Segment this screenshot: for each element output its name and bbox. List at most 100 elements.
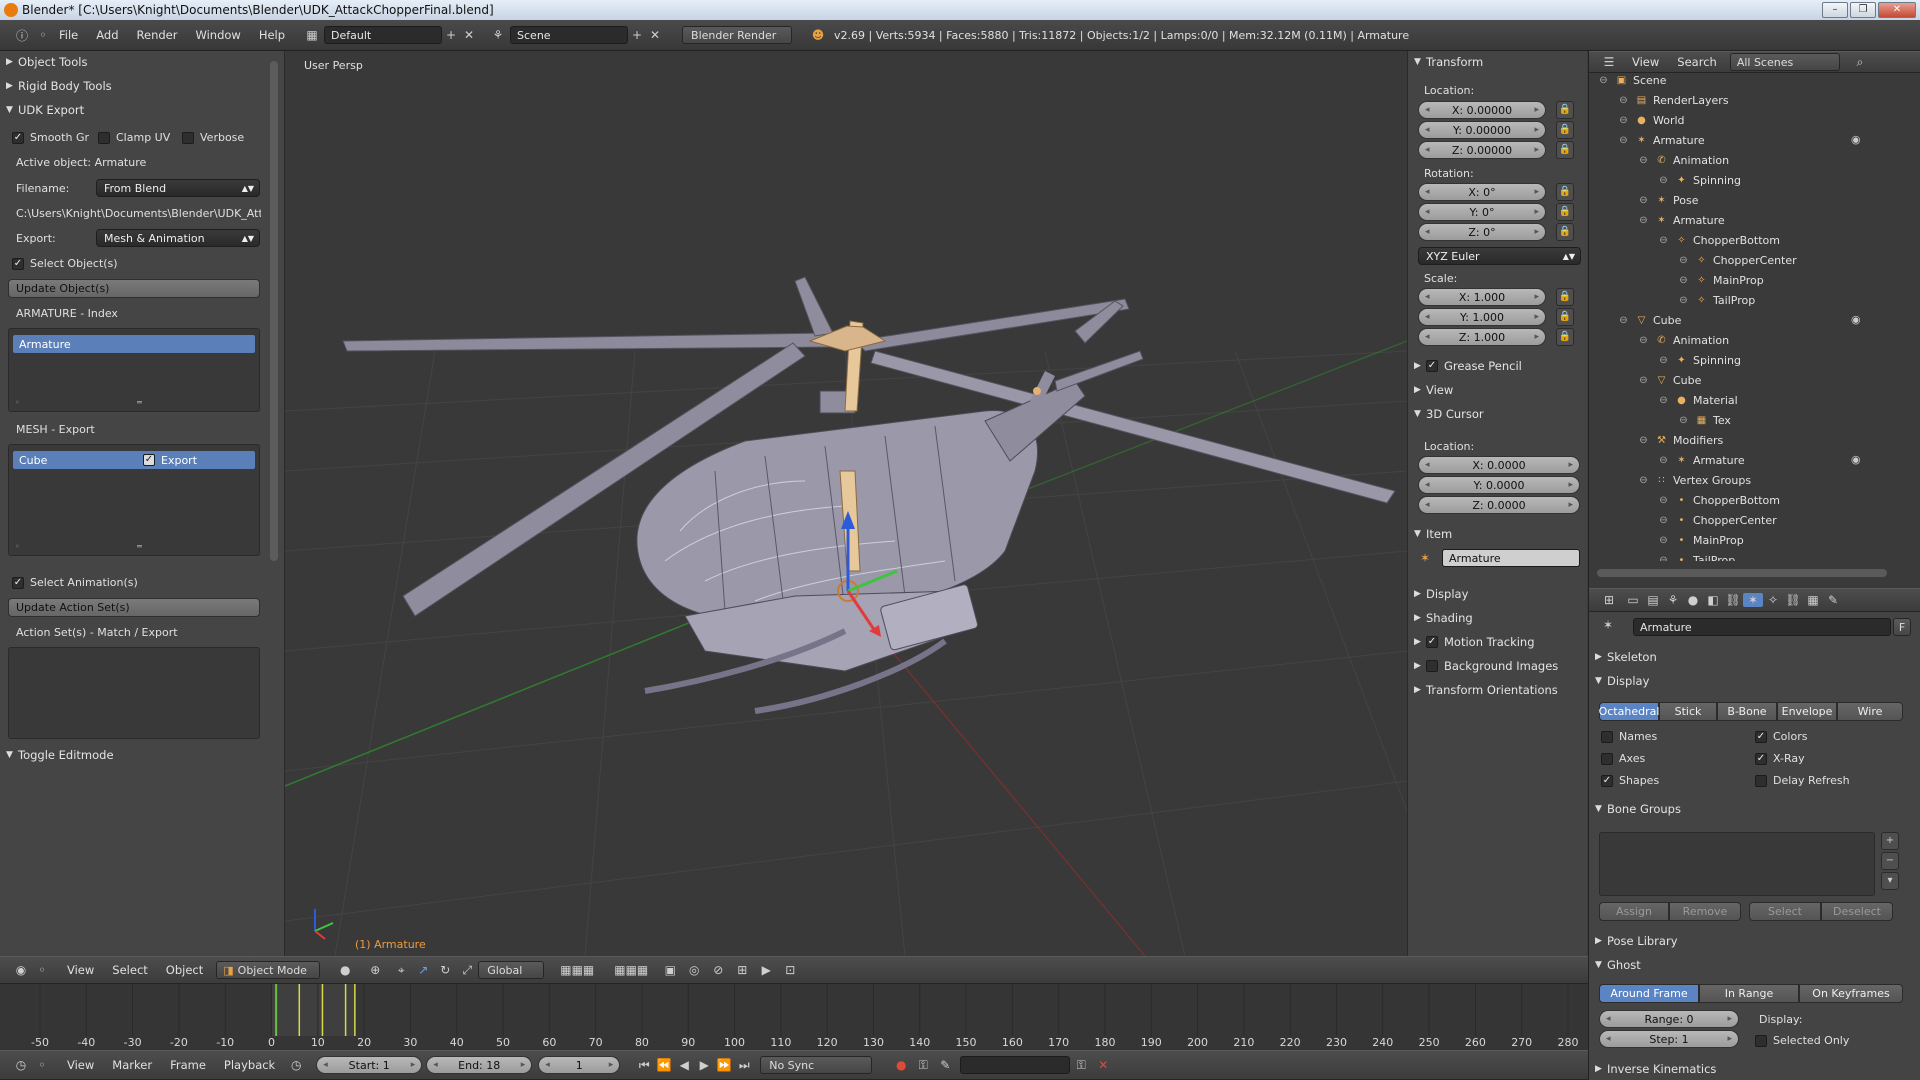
viewport-menu-object[interactable]: Object	[157, 963, 212, 977]
panel-background-images[interactable]: ▶ Background Images	[1408, 655, 1587, 677]
timeline-menu-marker[interactable]: Marker	[103, 1058, 161, 1072]
panel-view[interactable]: ▶ View	[1408, 379, 1587, 401]
outliner-item[interactable]: ⊖ ✶ Pose	[1637, 191, 1698, 209]
list-resize-icon[interactable]: ═	[137, 398, 142, 407]
clamp-uv-checkbox[interactable]: Clamp UV	[98, 131, 170, 144]
update-objects-button[interactable]: Update Object(s)	[8, 279, 260, 298]
panel-transform-orientations[interactable]: ▶ Transform Orientations	[1408, 679, 1587, 701]
armature-list-item[interactable]: Armature	[13, 335, 255, 353]
datablock-name-field[interactable]: Armature	[1633, 618, 1891, 636]
lock-camera-icon[interactable]: ▣	[658, 963, 682, 977]
menu-window[interactable]: Window	[186, 28, 249, 42]
outliner-item[interactable]: ⊖ ✧ TailProp	[1677, 291, 1755, 309]
tab-wire[interactable]: Wire	[1837, 702, 1903, 721]
tab-stick[interactable]: Stick	[1659, 702, 1717, 721]
world-tab-icon[interactable]: ●	[1683, 593, 1703, 607]
jump-key-forward-icon[interactable]: ⏩	[714, 1058, 734, 1072]
orientation-select[interactable]: Global	[478, 961, 545, 979]
outliner-menu-view[interactable]: View	[1623, 55, 1668, 69]
expand-icon[interactable]: ⊖	[1657, 455, 1670, 466]
expand-icon[interactable]: ⊖	[1617, 95, 1630, 106]
mode-select[interactable]: ◨ Object Mode	[216, 961, 321, 979]
add-screen-icon[interactable]: +	[442, 28, 460, 42]
expand-icon[interactable]: ⊖	[1617, 115, 1630, 126]
outliner-item[interactable]: ⊖ ● World	[1617, 111, 1684, 129]
list-grip-icon[interactable]: ◦	[15, 398, 20, 407]
timeline-menu-frame[interactable]: Frame	[161, 1058, 215, 1072]
lock-icon[interactable]: 🔒	[1556, 183, 1574, 201]
outliner-item[interactable]: ⊖ • ChopperCenter	[1657, 511, 1776, 529]
view3d-editor-icon[interactable]: ◉	[8, 963, 34, 977]
outliner-item[interactable]: ⊖ ▦ Tex	[1677, 411, 1731, 429]
scale-y-field[interactable]: Y: 1.000	[1418, 308, 1546, 326]
lock-icon[interactable]: 🔒	[1556, 328, 1574, 346]
scene-icon[interactable]: ⚘	[486, 28, 510, 42]
mesh-list[interactable]: Cube ✓ Export ◦ ═	[8, 444, 260, 556]
select-button[interactable]: Select	[1749, 902, 1821, 921]
play-reverse-icon[interactable]: ◀	[674, 1058, 694, 1072]
panel-ghost[interactable]: ▼ Ghost	[1589, 954, 1920, 976]
export-select[interactable]: Mesh & Animation ▲▼	[96, 229, 260, 247]
visibility-eye-icon[interactable]: ◉	[1851, 313, 1861, 326]
keying-set-field[interactable]	[960, 1056, 1071, 1074]
proportional-icon[interactable]: ◎	[682, 963, 706, 977]
axes-checkbox[interactable]: Axes	[1601, 752, 1645, 765]
outliner-filter-select[interactable]: All Scenes	[1729, 53, 1840, 71]
panel-transform[interactable]: ▼ Transform	[1408, 51, 1587, 73]
collapse-icon[interactable]: ◦	[34, 963, 50, 977]
translate-icon[interactable]: ↗	[412, 963, 434, 977]
visibility-eye-icon[interactable]: ◉	[1851, 133, 1861, 146]
jump-end-icon[interactable]: ⏭	[734, 1058, 754, 1073]
expand-icon[interactable]: ⊖	[1637, 375, 1650, 386]
collapse-icon[interactable]: ◦	[36, 28, 50, 42]
timeline-menu-view[interactable]: View	[58, 1058, 103, 1072]
select-objects-checkbox[interactable]: ✓ Select Object(s)	[12, 257, 118, 270]
verbose-checkbox[interactable]: Verbose	[182, 131, 244, 144]
expand-icon[interactable]: ⊖	[1657, 395, 1670, 406]
expand-icon[interactable]: ⊖	[1597, 75, 1610, 86]
outliner-item[interactable]: ⊖ ∷ Vertex Groups	[1637, 471, 1751, 489]
location-x-field[interactable]: X: 0.00000	[1418, 101, 1546, 119]
outliner-menu-search[interactable]: Search	[1668, 55, 1726, 69]
expand-icon[interactable]: ⊖	[1657, 515, 1670, 526]
layers-icon[interactable]: ▦▦▦	[604, 963, 658, 977]
rotation-y-field[interactable]: Y: 0°	[1418, 203, 1546, 221]
delay-refresh-checkbox[interactable]: Delay Refresh	[1755, 774, 1850, 787]
manipulator-icon[interactable]: ⌖	[390, 963, 412, 978]
lock-icon[interactable]: 🔒	[1556, 141, 1574, 159]
insert-keyframe-icon[interactable]: ⚿	[1070, 1058, 1092, 1073]
panel-3d-cursor[interactable]: ▼ 3D Cursor	[1408, 403, 1587, 425]
panel-inverse-kinematics[interactable]: ▶ Inverse Kinematics	[1589, 1058, 1920, 1080]
outliner-item[interactable]: ⊖ • MainProp	[1657, 531, 1743, 549]
data-tab-icon[interactable]: ✶	[1743, 593, 1763, 607]
tool-shelf-scrollbar[interactable]	[270, 61, 278, 561]
remove-bone-group-icon[interactable]: −	[1881, 852, 1899, 870]
screen-layout-field[interactable]: Default	[324, 26, 443, 44]
cursor-y-field[interactable]: Y: 0.0000	[1418, 476, 1580, 494]
expand-icon[interactable]: ⊖	[1657, 495, 1670, 506]
action-sets-list[interactable]	[8, 647, 260, 739]
outliner-item[interactable]: ⊖ ✆ Animation	[1637, 151, 1729, 169]
wrench-icon[interactable]: ✎	[1823, 593, 1843, 607]
lock-icon[interactable]: 🔒	[1556, 121, 1574, 139]
outliner-item[interactable]: ⊖ ⚒ Modifiers	[1637, 431, 1723, 449]
pivot-icon[interactable]: ⊕	[360, 963, 390, 977]
menu-add[interactable]: Add	[87, 28, 127, 42]
outliner-editor-icon[interactable]: ☰	[1595, 55, 1623, 69]
remove-button[interactable]: Remove	[1669, 902, 1741, 921]
editor-type-icon[interactable]: ⓘ	[8, 27, 36, 44]
remove-screen-icon[interactable]: ✕	[460, 28, 478, 42]
list-resize-icon[interactable]: ═	[137, 542, 142, 551]
colors-checkbox[interactable]: ✓ Colors	[1755, 730, 1807, 743]
timeline-menu-playback[interactable]: Playback	[215, 1058, 284, 1072]
outliner-item[interactable]: ⊖ ▤ RenderLayers	[1617, 91, 1728, 109]
fake-user-button[interactable]: F	[1893, 618, 1911, 636]
lock-icon[interactable]: 🔒	[1556, 223, 1574, 241]
item-name-field[interactable]: Armature	[1442, 549, 1580, 567]
timeline-ruler[interactable]: -50 -40 -30 -20 -10 0 10 20 30 40 50 60 70 80 90 100 110…	[0, 984, 1588, 1050]
lock-icon[interactable]: 🔒	[1556, 101, 1574, 119]
outliner-item[interactable]: ⊖ • TailProp	[1657, 551, 1735, 562]
rotation-mode-select[interactable]: XYZ Euler ▲▼	[1418, 247, 1581, 265]
outliner-item[interactable]: ⊖ ✶ Armature	[1637, 211, 1724, 229]
deselect-button[interactable]: Deselect	[1821, 902, 1893, 921]
